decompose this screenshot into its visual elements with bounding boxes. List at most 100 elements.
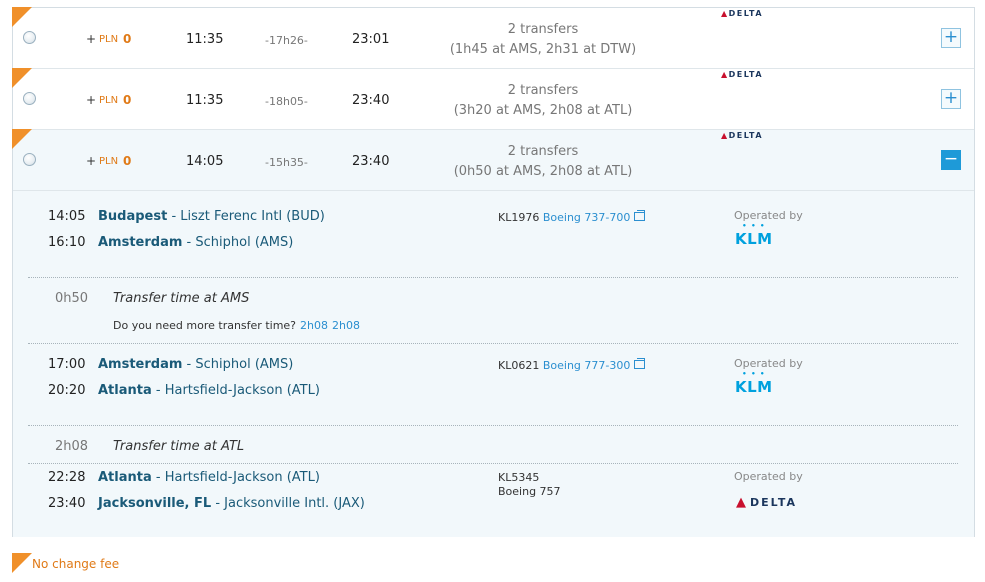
aircraft-link[interactable]: Boeing 777-300	[543, 359, 631, 372]
segment-departure-location: Amsterdam - Schiphol (AMS)	[98, 357, 293, 372]
divider	[28, 425, 958, 426]
transfer-duration: 2h08	[55, 439, 89, 454]
flight-result-row[interactable]: + PLN 0 11:35 -18h05- 23:40 2 transfers …	[12, 68, 974, 130]
segment-arrival-time: 20:20	[48, 383, 86, 398]
external-link-icon[interactable]	[634, 210, 646, 221]
transfer-count: 2 transfers	[507, 83, 579, 98]
delta-logo-icon: ▲DELTA	[721, 70, 764, 79]
flight-number-text: KL1976	[498, 211, 540, 224]
operated-by-label: Operated by	[734, 357, 803, 370]
price-value: 0	[123, 154, 132, 168]
transfer-detail: (0h50 at AMS, 2h08 at ATL)	[453, 164, 633, 179]
segment-departure-location: Budapest - Liszt Ferenc Intl (BUD)	[98, 209, 325, 224]
departure-city: Atlanta	[98, 470, 152, 485]
operated-by-label: Operated by	[734, 209, 803, 222]
flight-number-text: KL0621	[498, 359, 540, 372]
segment-arrival-time: 23:40	[48, 496, 86, 511]
aircraft-type: Boeing 757	[498, 485, 561, 498]
arrival-time: 23:40	[352, 93, 390, 108]
departure-time: 14:05	[186, 154, 224, 169]
flight-duration: -17h26-	[265, 34, 308, 47]
transfer-summary: 2 transfers (1h45 at AMS, 2h31 at DTW)	[423, 20, 663, 60]
airline-name: DELTA	[728, 70, 764, 79]
delta-logo-icon: ▲DELTA	[721, 9, 764, 18]
flight-number: KL5345	[498, 471, 540, 484]
segment-departure-location: Atlanta - Hartsfield-Jackson (ATL)	[98, 470, 320, 485]
klm-logo-icon: • • • KLM	[735, 370, 773, 397]
price-currency: PLN	[99, 34, 119, 45]
segment-arrival-location: Jacksonville, FL - Jacksonville Intl. (J…	[98, 496, 365, 511]
no-change-fee-flag-icon	[12, 129, 32, 149]
no-change-fee-flag-icon	[12, 68, 32, 88]
external-link-icon[interactable]	[634, 358, 646, 369]
delta-logo-icon: ▲DELTA	[721, 131, 764, 140]
no-change-fee-flag-icon	[12, 7, 32, 27]
departure-airport: - Hartsfield-Jackson (ATL)	[151, 470, 320, 485]
transfer-time-option-link[interactable]: 2h08	[300, 319, 328, 332]
more-transfer-time-question: Do you need more transfer time?	[113, 319, 297, 332]
departure-city: Amsterdam	[98, 357, 183, 372]
price-plus-sign: +	[86, 32, 97, 46]
price-currency: PLN	[99, 95, 119, 106]
departure-city: Budapest	[98, 209, 168, 224]
arrival-city: Amsterdam	[98, 235, 183, 250]
price-plus-sign: +	[86, 154, 97, 168]
aircraft-link[interactable]: Boeing 737-700	[543, 211, 631, 224]
price-plus-sign: +	[86, 93, 97, 107]
segment-departure-time: 17:00	[48, 357, 86, 372]
operator-name: DELTA	[750, 496, 797, 509]
departure-airport: - Schiphol (AMS)	[182, 357, 294, 372]
arrival-airport: - Jacksonville Intl. (JAX)	[211, 496, 365, 511]
price-currency: PLN	[99, 156, 119, 167]
flight-number: KL1976 Boeing 737-700	[498, 210, 646, 224]
more-transfer-time-prompt: Do you need more transfer time? 2h08 2h08	[113, 319, 360, 332]
select-flight-radio[interactable]	[23, 31, 36, 44]
arrival-city: Jacksonville, FL	[98, 496, 212, 511]
expand-details-button[interactable]: +	[941, 89, 961, 109]
segment-departure-time: 22:28	[48, 470, 86, 485]
flight-result-row-expanded[interactable]: + PLN 0 14:05 -15h35- 23:40 2 transfers …	[12, 129, 974, 191]
transfer-count: 2 transfers	[507, 22, 579, 37]
price-value: 0	[123, 32, 132, 46]
transfer-label: Transfer time at AMS	[113, 291, 250, 306]
departure-time: 11:35	[186, 32, 224, 47]
segment-arrival-location: Amsterdam - Schiphol (AMS)	[98, 235, 293, 250]
flight-duration: -15h35-	[265, 156, 308, 169]
expand-details-button[interactable]: +	[941, 28, 961, 48]
divider	[28, 343, 958, 344]
transfer-label: Transfer time at ATL	[113, 439, 245, 454]
segment-arrival-location: Atlanta - Hartsfield-Jackson (ATL)	[98, 383, 320, 398]
no-change-fee-label: No change fee	[32, 557, 120, 571]
klm-logo-icon: • • • KLM	[735, 222, 773, 249]
operator-name: KLM	[735, 230, 773, 248]
transfer-detail: (1h45 at AMS, 2h31 at DTW)	[449, 42, 637, 57]
arrival-city: Atlanta	[98, 383, 152, 398]
arrival-time: 23:40	[352, 154, 390, 169]
arrival-time: 23:01	[352, 32, 390, 47]
transfer-summary: 2 transfers (3h20 at AMS, 2h08 at ATL)	[423, 81, 663, 121]
operated-by-label: Operated by	[734, 470, 803, 483]
divider	[28, 463, 958, 464]
flight-result-row[interactable]: + PLN 0 11:35 -17h26- 23:01 2 transfers …	[12, 7, 974, 69]
select-flight-radio[interactable]	[23, 153, 36, 166]
operator-name: KLM	[735, 378, 773, 396]
transfer-time-option-link[interactable]: 2h08	[332, 319, 360, 332]
transfer-detail: (3h20 at AMS, 2h08 at ATL)	[453, 103, 633, 118]
no-change-fee-flag-icon	[12, 553, 32, 573]
departure-airport: - Liszt Ferenc Intl (BUD)	[167, 209, 325, 224]
transfer-count: 2 transfers	[507, 144, 579, 159]
departure-time: 11:35	[186, 93, 224, 108]
collapse-details-button[interactable]: −	[941, 150, 961, 170]
arrival-airport: - Hartsfield-Jackson (ATL)	[151, 383, 320, 398]
price-value: 0	[123, 93, 132, 107]
segment-departure-time: 14:05	[48, 209, 86, 224]
transfer-summary: 2 transfers (0h50 at AMS, 2h08 at ATL)	[423, 142, 663, 182]
arrival-airport: - Schiphol (AMS)	[182, 235, 294, 250]
delta-logo-icon: ▲DELTA	[736, 495, 797, 510]
select-flight-radio[interactable]	[23, 92, 36, 105]
flight-number: KL0621 Boeing 777-300	[498, 358, 646, 372]
divider	[28, 277, 958, 278]
flight-details-panel: 14:05 Budapest - Liszt Ferenc Intl (BUD)…	[13, 191, 974, 537]
transfer-duration: 0h50	[55, 291, 89, 306]
flight-results-panel: + PLN 0 11:35 -17h26- 23:01 2 transfers …	[12, 7, 975, 537]
